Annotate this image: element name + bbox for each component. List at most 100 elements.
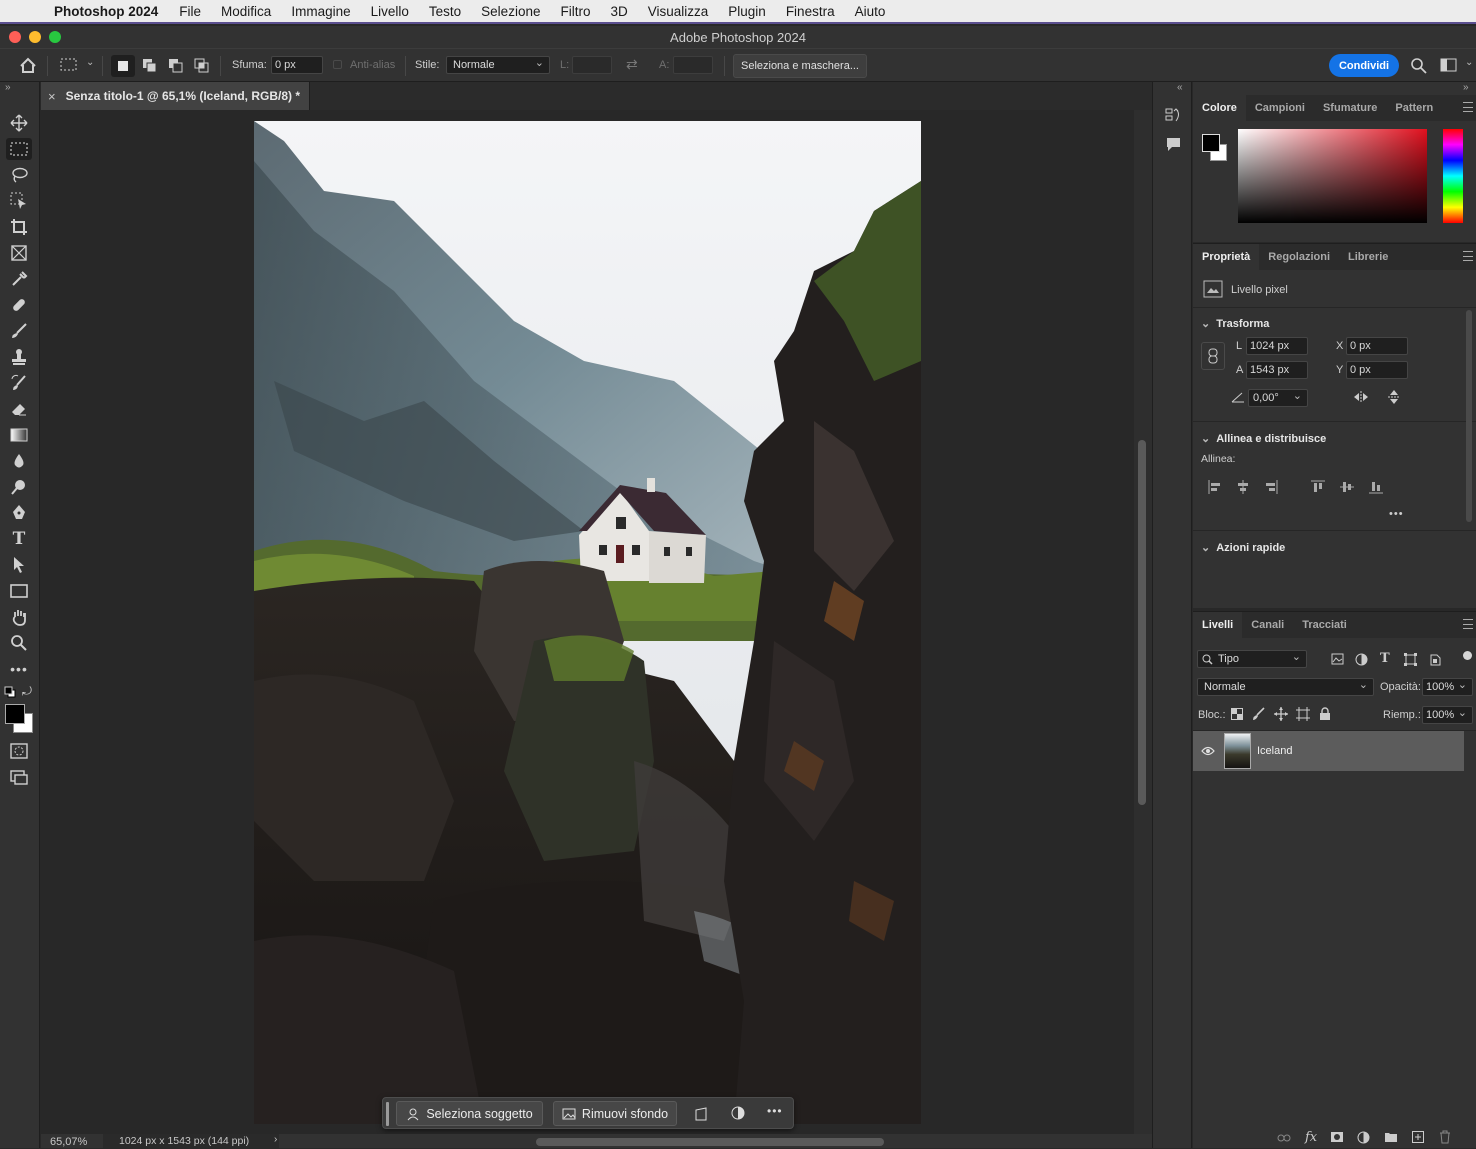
blend-mode-select[interactable]: Normale xyxy=(1197,677,1374,696)
lock-artboard-icon[interactable] xyxy=(1296,707,1310,721)
align-top-icon[interactable] xyxy=(1310,479,1326,495)
panel-menu-icon[interactable] xyxy=(1463,619,1473,629)
eyedropper-tool[interactable] xyxy=(6,268,32,290)
close-window-button[interactable] xyxy=(9,31,21,43)
feather-input[interactable]: 0 px xyxy=(271,56,323,74)
quick-actions-section-header[interactable]: Azioni rapide xyxy=(1201,541,1285,554)
quick-mask-button[interactable] xyxy=(6,740,32,762)
flip-horizontal-icon[interactable] xyxy=(1352,390,1370,404)
brush-tool[interactable] xyxy=(6,320,32,342)
transform-section-header[interactable]: Trasforma xyxy=(1201,317,1269,330)
intersect-selection-icon[interactable] xyxy=(193,57,211,75)
add-mask-icon[interactable] xyxy=(1330,1131,1344,1143)
menu-filtro[interactable]: Filtro xyxy=(560,4,590,19)
close-tab-icon[interactable]: × xyxy=(48,89,56,104)
menu-immagine[interactable]: Immagine xyxy=(291,4,350,19)
document-info[interactable]: 1024 px x 1543 px (144 ppi) xyxy=(119,1135,249,1147)
collapse-toolbar-icon[interactable]: » xyxy=(5,82,11,93)
hue-slider[interactable] xyxy=(1443,129,1463,223)
document-tab[interactable]: × Senza titolo-1 @ 65,1% (Iceland, RGB/8… xyxy=(41,82,310,110)
link-dimensions-button[interactable] xyxy=(1201,342,1225,370)
swap-dimensions-icon[interactable]: ⇄ xyxy=(626,56,638,73)
object-selection-tool[interactable] xyxy=(6,190,32,212)
antialias-checkbox[interactable] xyxy=(333,60,342,69)
filter-shape-icon[interactable] xyxy=(1404,653,1417,666)
home-icon[interactable] xyxy=(19,57,37,74)
visibility-eye-icon[interactable] xyxy=(1201,746,1215,756)
panel-menu-icon[interactable] xyxy=(1463,251,1473,261)
x-field[interactable]: 0 px xyxy=(1346,337,1408,355)
opacity-field[interactable]: 100% xyxy=(1422,677,1473,696)
filter-smart-object-icon[interactable] xyxy=(1429,652,1441,666)
blur-tool[interactable] xyxy=(6,450,32,472)
expand-icon[interactable]: » xyxy=(1463,82,1469,93)
move-tool[interactable] xyxy=(6,112,32,134)
link-layers-icon[interactable] xyxy=(1277,1133,1291,1143)
angle-field[interactable]: 0,00° xyxy=(1248,388,1308,407)
frame-tool[interactable] xyxy=(6,242,32,264)
eraser-tool[interactable] xyxy=(6,398,32,420)
marquee-preset-icon[interactable] xyxy=(60,58,78,72)
select-and-mask-button[interactable]: Seleziona e maschera... xyxy=(733,54,867,78)
rectangle-tool[interactable] xyxy=(6,580,32,602)
layer-style-icon[interactable]: fx xyxy=(1305,1130,1317,1145)
remove-background-button[interactable]: Rimuovi sfondo xyxy=(553,1101,677,1126)
drag-handle[interactable] xyxy=(386,1102,389,1126)
clone-stamp-tool[interactable] xyxy=(6,346,32,368)
menu-file[interactable]: File xyxy=(179,4,201,19)
align-center-horizontal-icon[interactable] xyxy=(1235,479,1251,495)
lock-image-icon[interactable] xyxy=(1252,707,1265,721)
tab-colore[interactable]: Colore xyxy=(1193,95,1246,121)
vertical-scroll-thumb[interactable] xyxy=(1138,440,1146,805)
tab-proprieta[interactable]: Proprietà xyxy=(1193,244,1260,270)
align-right-icon[interactable] xyxy=(1263,479,1279,495)
menu-plugin[interactable]: Plugin xyxy=(728,4,766,19)
new-group-icon[interactable] xyxy=(1384,1131,1398,1143)
default-colors-icon[interactable] xyxy=(4,686,16,698)
menu-modifica[interactable]: Modifica xyxy=(221,4,271,19)
menu-3d[interactable]: 3D xyxy=(610,4,627,19)
panel-menu-icon[interactable] xyxy=(1463,102,1473,112)
dodge-tool[interactable] xyxy=(6,476,32,498)
edit-toolbar-button[interactable]: ••• xyxy=(6,658,32,680)
lock-position-icon[interactable] xyxy=(1274,707,1288,721)
delete-layer-icon[interactable] xyxy=(1439,1130,1451,1144)
select-subject-button[interactable]: Seleziona soggetto xyxy=(396,1101,543,1126)
adjustment-icon[interactable] xyxy=(731,1106,745,1120)
screen-mode-button[interactable] xyxy=(6,766,32,788)
more-options-icon[interactable]: ••• xyxy=(767,1104,783,1118)
search-icon[interactable] xyxy=(1410,57,1428,75)
flip-vertical-icon[interactable] xyxy=(1387,389,1401,405)
chevron-down-icon[interactable]: ⌄ xyxy=(86,57,94,68)
height-field[interactable]: 1543 px xyxy=(1246,361,1308,379)
new-adjustment-layer-icon[interactable] xyxy=(1357,1131,1370,1144)
new-selection-button[interactable] xyxy=(111,55,135,77)
layer-name[interactable]: Iceland xyxy=(1257,745,1292,757)
tab-campioni[interactable]: Campioni xyxy=(1246,95,1314,121)
foreground-color-swatch[interactable] xyxy=(5,704,25,724)
rectangular-marquee-tool[interactable] xyxy=(6,138,32,160)
align-middle-vertical-icon[interactable] xyxy=(1339,479,1355,495)
minimize-window-button[interactable] xyxy=(29,31,41,43)
subtract-selection-icon[interactable] xyxy=(167,57,185,75)
healing-brush-tool[interactable] xyxy=(6,294,32,316)
gradient-tool[interactable] xyxy=(6,424,32,446)
properties-scrollbar[interactable] xyxy=(1466,310,1472,522)
more-align-options-icon[interactable]: ••• xyxy=(1389,508,1404,520)
color-field[interactable] xyxy=(1238,129,1427,223)
filter-pixel-icon[interactable] xyxy=(1331,653,1344,665)
add-selection-icon[interactable] xyxy=(141,57,159,75)
filter-toggle[interactable] xyxy=(1463,651,1472,660)
filter-type-icon[interactable]: T xyxy=(1380,651,1390,666)
style-select[interactable]: Normale xyxy=(446,55,550,74)
tab-sfumature[interactable]: Sfumature xyxy=(1314,95,1386,121)
zoom-window-button[interactable] xyxy=(49,31,61,43)
chevron-right-icon[interactable]: › xyxy=(274,1134,277,1145)
swap-colors-icon[interactable]: ⤾ xyxy=(22,684,32,699)
menu-visualizza[interactable]: Visualizza xyxy=(648,4,709,19)
menu-aiuto[interactable]: Aiuto xyxy=(855,4,886,19)
workspace-icon[interactable] xyxy=(1440,58,1458,72)
crop-tool[interactable] xyxy=(6,216,32,238)
menu-app-name[interactable]: Photoshop 2024 xyxy=(54,4,158,19)
menu-livello[interactable]: Livello xyxy=(371,4,409,19)
